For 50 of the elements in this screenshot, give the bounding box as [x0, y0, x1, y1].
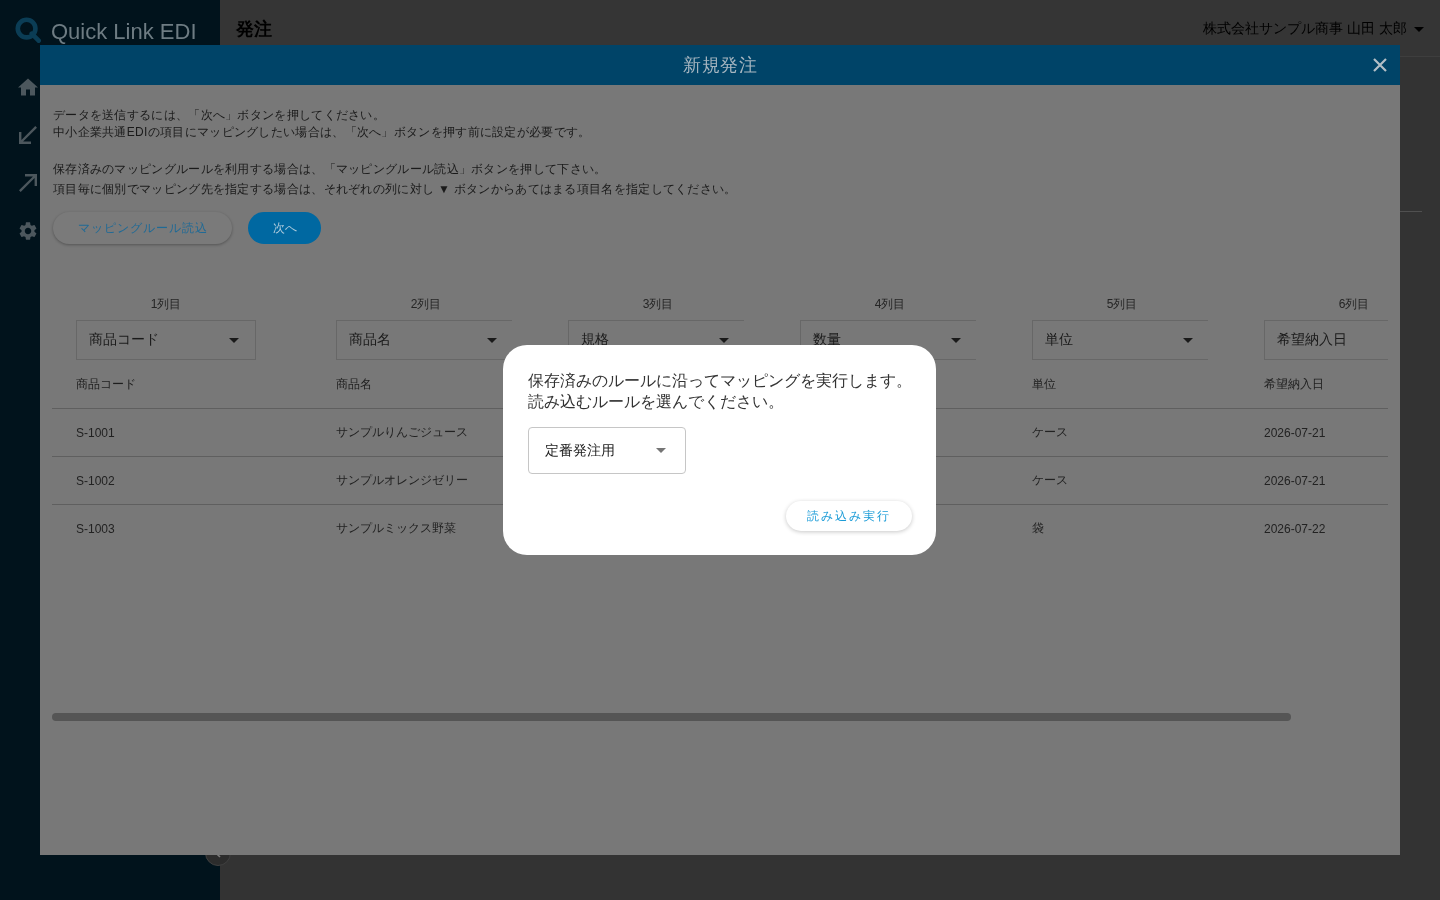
column-label: 4列目 — [874, 297, 906, 311]
instruction-text: 保存済みのマッピングルールを利用する場合は、「マッピングルール読込」ボタンを押して下さい。 — [52, 161, 608, 178]
caret-down-icon — [487, 337, 497, 343]
table-text: ケース — [1032, 472, 1068, 489]
logo-icon — [15, 17, 41, 43]
table-text: ケース — [1032, 424, 1068, 441]
table-text: S-1001 — [76, 425, 115, 440]
column-label: 6列目 — [1338, 297, 1370, 311]
table-text: 袋 — [1032, 520, 1044, 537]
run-load-button[interactable]: 読み込み実行 — [786, 501, 912, 531]
table-text: S-1002 — [76, 473, 115, 488]
column-label: 2列目 — [410, 297, 442, 311]
column-header: 商品コード — [76, 375, 136, 393]
caret-down-icon — [1183, 337, 1193, 343]
column-label: 1列目 — [150, 297, 182, 311]
home-icon[interactable] — [18, 78, 38, 96]
instruction-text: 項目毎に個別でマッピング先を指定する場合は、それぞれの列に対し ▼ ボタンからあてはまる項目名を指定してください。 — [52, 181, 738, 198]
instruction-text: データを送信するには、「次へ」ボタンを押してください。 — [52, 107, 387, 124]
scrollbar-thumb[interactable] — [52, 713, 1291, 721]
arrow-up-right-icon[interactable] — [18, 174, 38, 192]
table-text: S-1003 — [76, 521, 115, 536]
table-text: サンプルりんごジュース — [336, 424, 468, 441]
mapping-select[interactable]: 希望納入日 — [1264, 320, 1388, 360]
caret-down-icon — [656, 448, 666, 453]
logo-text: Quick Link EDI — [51, 21, 197, 43]
column-label: 3列目 — [642, 297, 674, 311]
caret-down-icon — [719, 337, 729, 343]
table-text: 2026-07-21 — [1264, 473, 1326, 488]
table-text: 2026-07-22 — [1264, 521, 1326, 536]
column-header: 商品名 — [336, 375, 372, 393]
instruction-text: 中小企業共通EDIの項目にマッピングしたい場合は、「次へ」ボタンを押す前に設定が必要です。 — [52, 124, 592, 141]
dialog-message: 読み込むルールを選んでください。 — [528, 392, 785, 412]
modal-title: 新規発注 — [683, 54, 757, 77]
close-icon[interactable] — [1373, 58, 1387, 72]
table-text: サンプルミックス野菜 — [336, 520, 456, 537]
column-header: 希望納入日 — [1264, 375, 1324, 393]
rule-select[interactable]: 定番発注用 — [528, 427, 686, 474]
settings-icon[interactable] — [18, 222, 38, 240]
arrow-down-left-icon[interactable] — [18, 126, 38, 144]
dialog-message: 保存済みのルールに沿ってマッピングを実行します。 — [528, 371, 912, 391]
mapping-select[interactable]: 単位 — [1032, 320, 1208, 360]
caret-down-icon — [1414, 26, 1424, 32]
next-button[interactable]: 次へ — [248, 212, 321, 244]
column-header: 単位 — [1032, 375, 1056, 393]
table-text: サンプルオレンジゼリー — [336, 472, 468, 489]
caret-down-icon — [229, 337, 239, 343]
column-label: 5列目 — [1106, 297, 1138, 311]
mapping-select[interactable]: 商品コード — [76, 320, 256, 360]
caret-down-icon — [951, 337, 961, 343]
table-text: 2026-07-21 — [1264, 425, 1326, 440]
